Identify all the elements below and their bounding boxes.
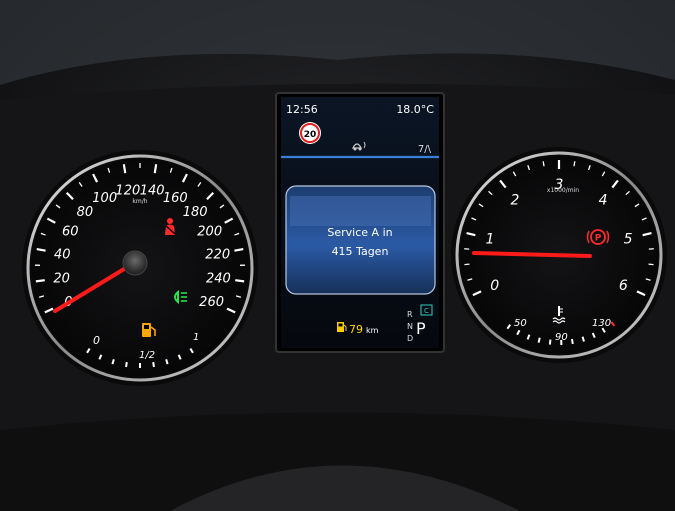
tachometer-label: 6: [619, 278, 628, 294]
coolant-gauge-tick: [571, 338, 574, 345]
speedometer-label: 240: [206, 272, 231, 287]
service-message-line1: Service A in: [327, 226, 392, 239]
tachometer-unit: x1000/min: [547, 187, 579, 194]
speedometer-tick: [235, 279, 245, 283]
center-display: 12:56 18.0°C 20 7/\ Service A in 415 Tag…: [275, 92, 445, 353]
tachometer-tick: [648, 263, 654, 266]
speedometer-label: 160: [163, 191, 188, 206]
speedometer-tick: [122, 164, 127, 174]
tachometer-tick: [542, 161, 545, 167]
speedometer-label: 120: [115, 184, 140, 199]
speedometer-label: 220: [205, 247, 230, 262]
coolant-label-mid: 90: [555, 332, 568, 343]
fuel-range-unit: km: [366, 326, 379, 335]
speedometer: 0 20 40 60 80100120140160180 200 220 240 260 km/…: [22, 150, 258, 386]
fuel-label-empty: 0: [93, 334, 100, 347]
speedometer-hub: [122, 250, 148, 276]
tachometer-label: 4: [599, 192, 608, 208]
coolant-label-low: 50: [514, 318, 527, 329]
display-time: 12:56: [286, 103, 318, 116]
fuel-range-value: 79: [349, 323, 363, 336]
tachometer-tick: [464, 263, 470, 266]
coolant-gauge-tick: [581, 336, 585, 342]
display-top-right-indicator: 7/\: [418, 144, 432, 155]
speedometer-label: 80: [77, 205, 94, 220]
service-message-line2: 415 Tagen: [332, 245, 389, 258]
gear-letter-r: R: [407, 310, 413, 319]
speedometer-label: 200: [197, 224, 222, 239]
speedometer-label: 180: [183, 205, 208, 220]
tachometer-label: 2: [511, 192, 520, 208]
fuel-gauge-tick: [111, 359, 115, 365]
fuel-label-full: 1: [193, 332, 199, 343]
speedometer-label: 20: [53, 272, 70, 287]
tachometer-tick: [573, 161, 576, 167]
speedometer-label: 260: [199, 295, 224, 310]
speedometer-label: 60: [62, 224, 79, 239]
speedometer-unit: km/h: [132, 198, 147, 205]
tachometer-label: 1: [485, 232, 494, 248]
speedometer-label: 40: [54, 247, 71, 262]
speedometer-label: 140: [140, 184, 165, 199]
fuel-gauge-tick: [165, 359, 169, 365]
fuel-gauge-tick: [125, 361, 128, 368]
tachometer-label: 5: [624, 232, 633, 248]
tachometer: 0123456 x1000/min 50 90 130 P: [451, 147, 667, 363]
speed-limit-value: 20: [304, 130, 317, 140]
fuel-label-half: 1/2: [139, 350, 155, 361]
instrument-cluster: 020406080100120140160180200220240260 km/…: [0, 0, 675, 511]
gear-letter-d: D: [407, 334, 413, 343]
speedometer-label: 100: [92, 191, 117, 206]
tachometer-label: 0: [490, 278, 499, 294]
svg-text:P: P: [595, 234, 602, 244]
fuel-gauge-tick: [152, 361, 155, 368]
coolant-label-high: 130: [592, 318, 611, 329]
gear-letter-n: N: [407, 322, 413, 331]
speedometer-tick: [153, 164, 158, 174]
drive-mode-letter: C: [424, 307, 429, 315]
gear-selected: P: [416, 319, 426, 338]
display-temperature: 18.0°C: [396, 103, 434, 116]
coolant-gauge-tick: [548, 339, 552, 345]
coolant-gauge-tick: [537, 337, 541, 343]
speedometer-tick: [35, 279, 45, 283]
